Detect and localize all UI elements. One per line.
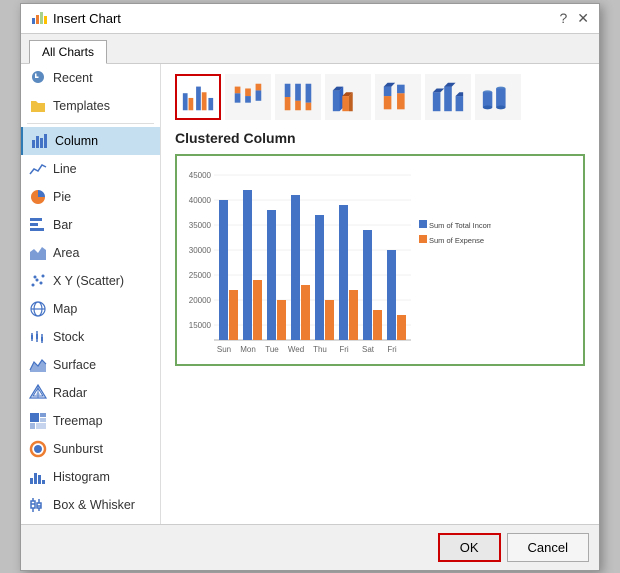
histogram-icon: [29, 468, 47, 486]
treemap-icon: [29, 412, 47, 430]
sidebar-item-sunburst[interactable]: Sunburst: [21, 435, 160, 463]
ok-button[interactable]: OK: [438, 533, 501, 562]
svg-text:25000: 25000: [189, 271, 212, 280]
svg-text:Tue: Tue: [265, 345, 279, 354]
sidebar-item-stock-label: Stock: [53, 330, 84, 344]
sidebar-item-line[interactable]: Line: [21, 155, 160, 183]
chart-type-stacked-column[interactable]: [225, 74, 271, 120]
column-icon: [31, 132, 49, 150]
sidebar-item-surface[interactable]: Surface: [21, 351, 160, 379]
sidebar-item-column[interactable]: Column: [21, 127, 160, 155]
footer: OK Cancel: [21, 524, 599, 570]
title-bar: Insert Chart ? ✕: [21, 4, 599, 34]
dialog-title: Insert Chart: [53, 11, 121, 26]
sunburst-icon: [29, 440, 47, 458]
svg-text:Fri: Fri: [387, 345, 397, 354]
svg-text:40000: 40000: [189, 196, 212, 205]
chart-type-3d-column[interactable]: [425, 74, 471, 120]
sidebar-item-stock[interactable]: Stock: [21, 323, 160, 351]
title-bar-left: Insert Chart: [31, 10, 121, 26]
scatter-icon: [29, 272, 47, 290]
sidebar-item-histogram[interactable]: Histogram: [21, 463, 160, 491]
sidebar-item-map[interactable]: Map: [21, 295, 160, 323]
svg-text:35000: 35000: [189, 221, 212, 230]
sidebar-item-map-label: Map: [53, 302, 77, 316]
svg-text:Sat: Sat: [362, 345, 375, 354]
sidebar-item-radar[interactable]: Radar: [21, 379, 160, 407]
svg-text:30000: 30000: [189, 246, 212, 255]
help-button[interactable]: ?: [559, 10, 567, 26]
sidebar-item-bar[interactable]: Bar: [21, 211, 160, 239]
insert-chart-dialog: Insert Chart ? ✕ All Charts Recent: [20, 3, 600, 571]
content-area: Recent Templates Column: [21, 64, 599, 524]
sidebar-item-column-label: Column: [55, 134, 98, 148]
svg-text:Thu: Thu: [313, 345, 327, 354]
sidebar-item-box-whisker[interactable]: Box & Whisker: [21, 491, 160, 519]
all-charts-tab[interactable]: All Charts: [29, 40, 107, 64]
box-whisker-icon: [29, 496, 47, 514]
pie-icon: [29, 188, 47, 206]
bar-icon: [29, 216, 47, 234]
radar-icon: [29, 384, 47, 402]
area-icon: [29, 244, 47, 262]
sidebar-item-line-label: Line: [53, 162, 77, 176]
surface-icon: [29, 356, 47, 374]
svg-text:Sum of Expense: Sum of Expense: [429, 236, 484, 245]
cancel-button[interactable]: Cancel: [507, 533, 589, 562]
chart-type-3d-clustered[interactable]: [325, 74, 371, 120]
sidebar-item-recent-label: Recent: [53, 71, 93, 85]
chart-type-3d-stacked[interactable]: [375, 74, 421, 120]
main-panel: Clustered Column 45000 40000 35000 30000…: [161, 64, 599, 524]
sidebar-item-surface-label: Surface: [53, 358, 96, 372]
sidebar-item-pie[interactable]: Pie: [21, 183, 160, 211]
sidebar: Recent Templates Column: [21, 64, 161, 524]
sidebar-item-templates[interactable]: Templates: [21, 92, 160, 120]
sidebar-item-box-whisker-label: Box & Whisker: [53, 498, 135, 512]
chart-type-100-stacked[interactable]: [275, 74, 321, 120]
chart-type-cylinder[interactable]: [475, 74, 521, 120]
dialog-icon: [31, 10, 47, 26]
stock-icon: [29, 328, 47, 346]
svg-text:45000: 45000: [189, 171, 212, 180]
chart-preview: 45000 40000 35000 30000 25000 20000 1500…: [181, 160, 491, 360]
folder-icon: [29, 97, 47, 115]
tab-bar: All Charts: [21, 34, 599, 64]
sidebar-item-waterfall[interactable]: Waterfall: [21, 519, 160, 524]
sidebar-item-pie-label: Pie: [53, 190, 71, 204]
svg-text:Sum of Total Income: Sum of Total Income: [429, 221, 491, 230]
chart-selected-name: Clustered Column: [175, 130, 585, 146]
sidebar-item-radar-label: Radar: [53, 386, 87, 400]
title-actions: ? ✕: [559, 10, 589, 27]
sidebar-item-treemap-label: Treemap: [53, 414, 103, 428]
recent-icon: [29, 69, 47, 87]
chart-svg: 45000 40000 35000 30000 25000 20000 1500…: [181, 160, 491, 360]
sidebar-item-recent[interactable]: Recent: [21, 64, 160, 92]
sidebar-item-treemap[interactable]: Treemap: [21, 407, 160, 435]
svg-text:Wed: Wed: [288, 345, 304, 354]
chart-preview-container: 45000 40000 35000 30000 25000 20000 1500…: [175, 154, 585, 366]
sidebar-item-sunburst-label: Sunburst: [53, 442, 103, 456]
line-icon: [29, 160, 47, 178]
chart-types-row: [175, 74, 585, 120]
map-icon: [29, 300, 47, 318]
sidebar-item-area[interactable]: Area: [21, 239, 160, 267]
svg-text:15000: 15000: [189, 321, 212, 330]
sidebar-item-histogram-label: Histogram: [53, 470, 110, 484]
svg-text:Mon: Mon: [240, 345, 256, 354]
sidebar-item-xy-scatter-label: X Y (Scatter): [53, 274, 124, 288]
sidebar-item-templates-label: Templates: [53, 99, 110, 113]
svg-text:Fri: Fri: [339, 345, 349, 354]
close-button[interactable]: ✕: [577, 10, 589, 27]
sidebar-item-bar-label: Bar: [53, 218, 72, 232]
sidebar-item-area-label: Area: [53, 246, 79, 260]
sidebar-item-xy-scatter[interactable]: X Y (Scatter): [21, 267, 160, 295]
svg-text:20000: 20000: [189, 296, 212, 305]
svg-text:Sun: Sun: [217, 345, 231, 354]
sidebar-separator: [27, 123, 154, 124]
chart-type-clustered-column[interactable]: [175, 74, 221, 120]
